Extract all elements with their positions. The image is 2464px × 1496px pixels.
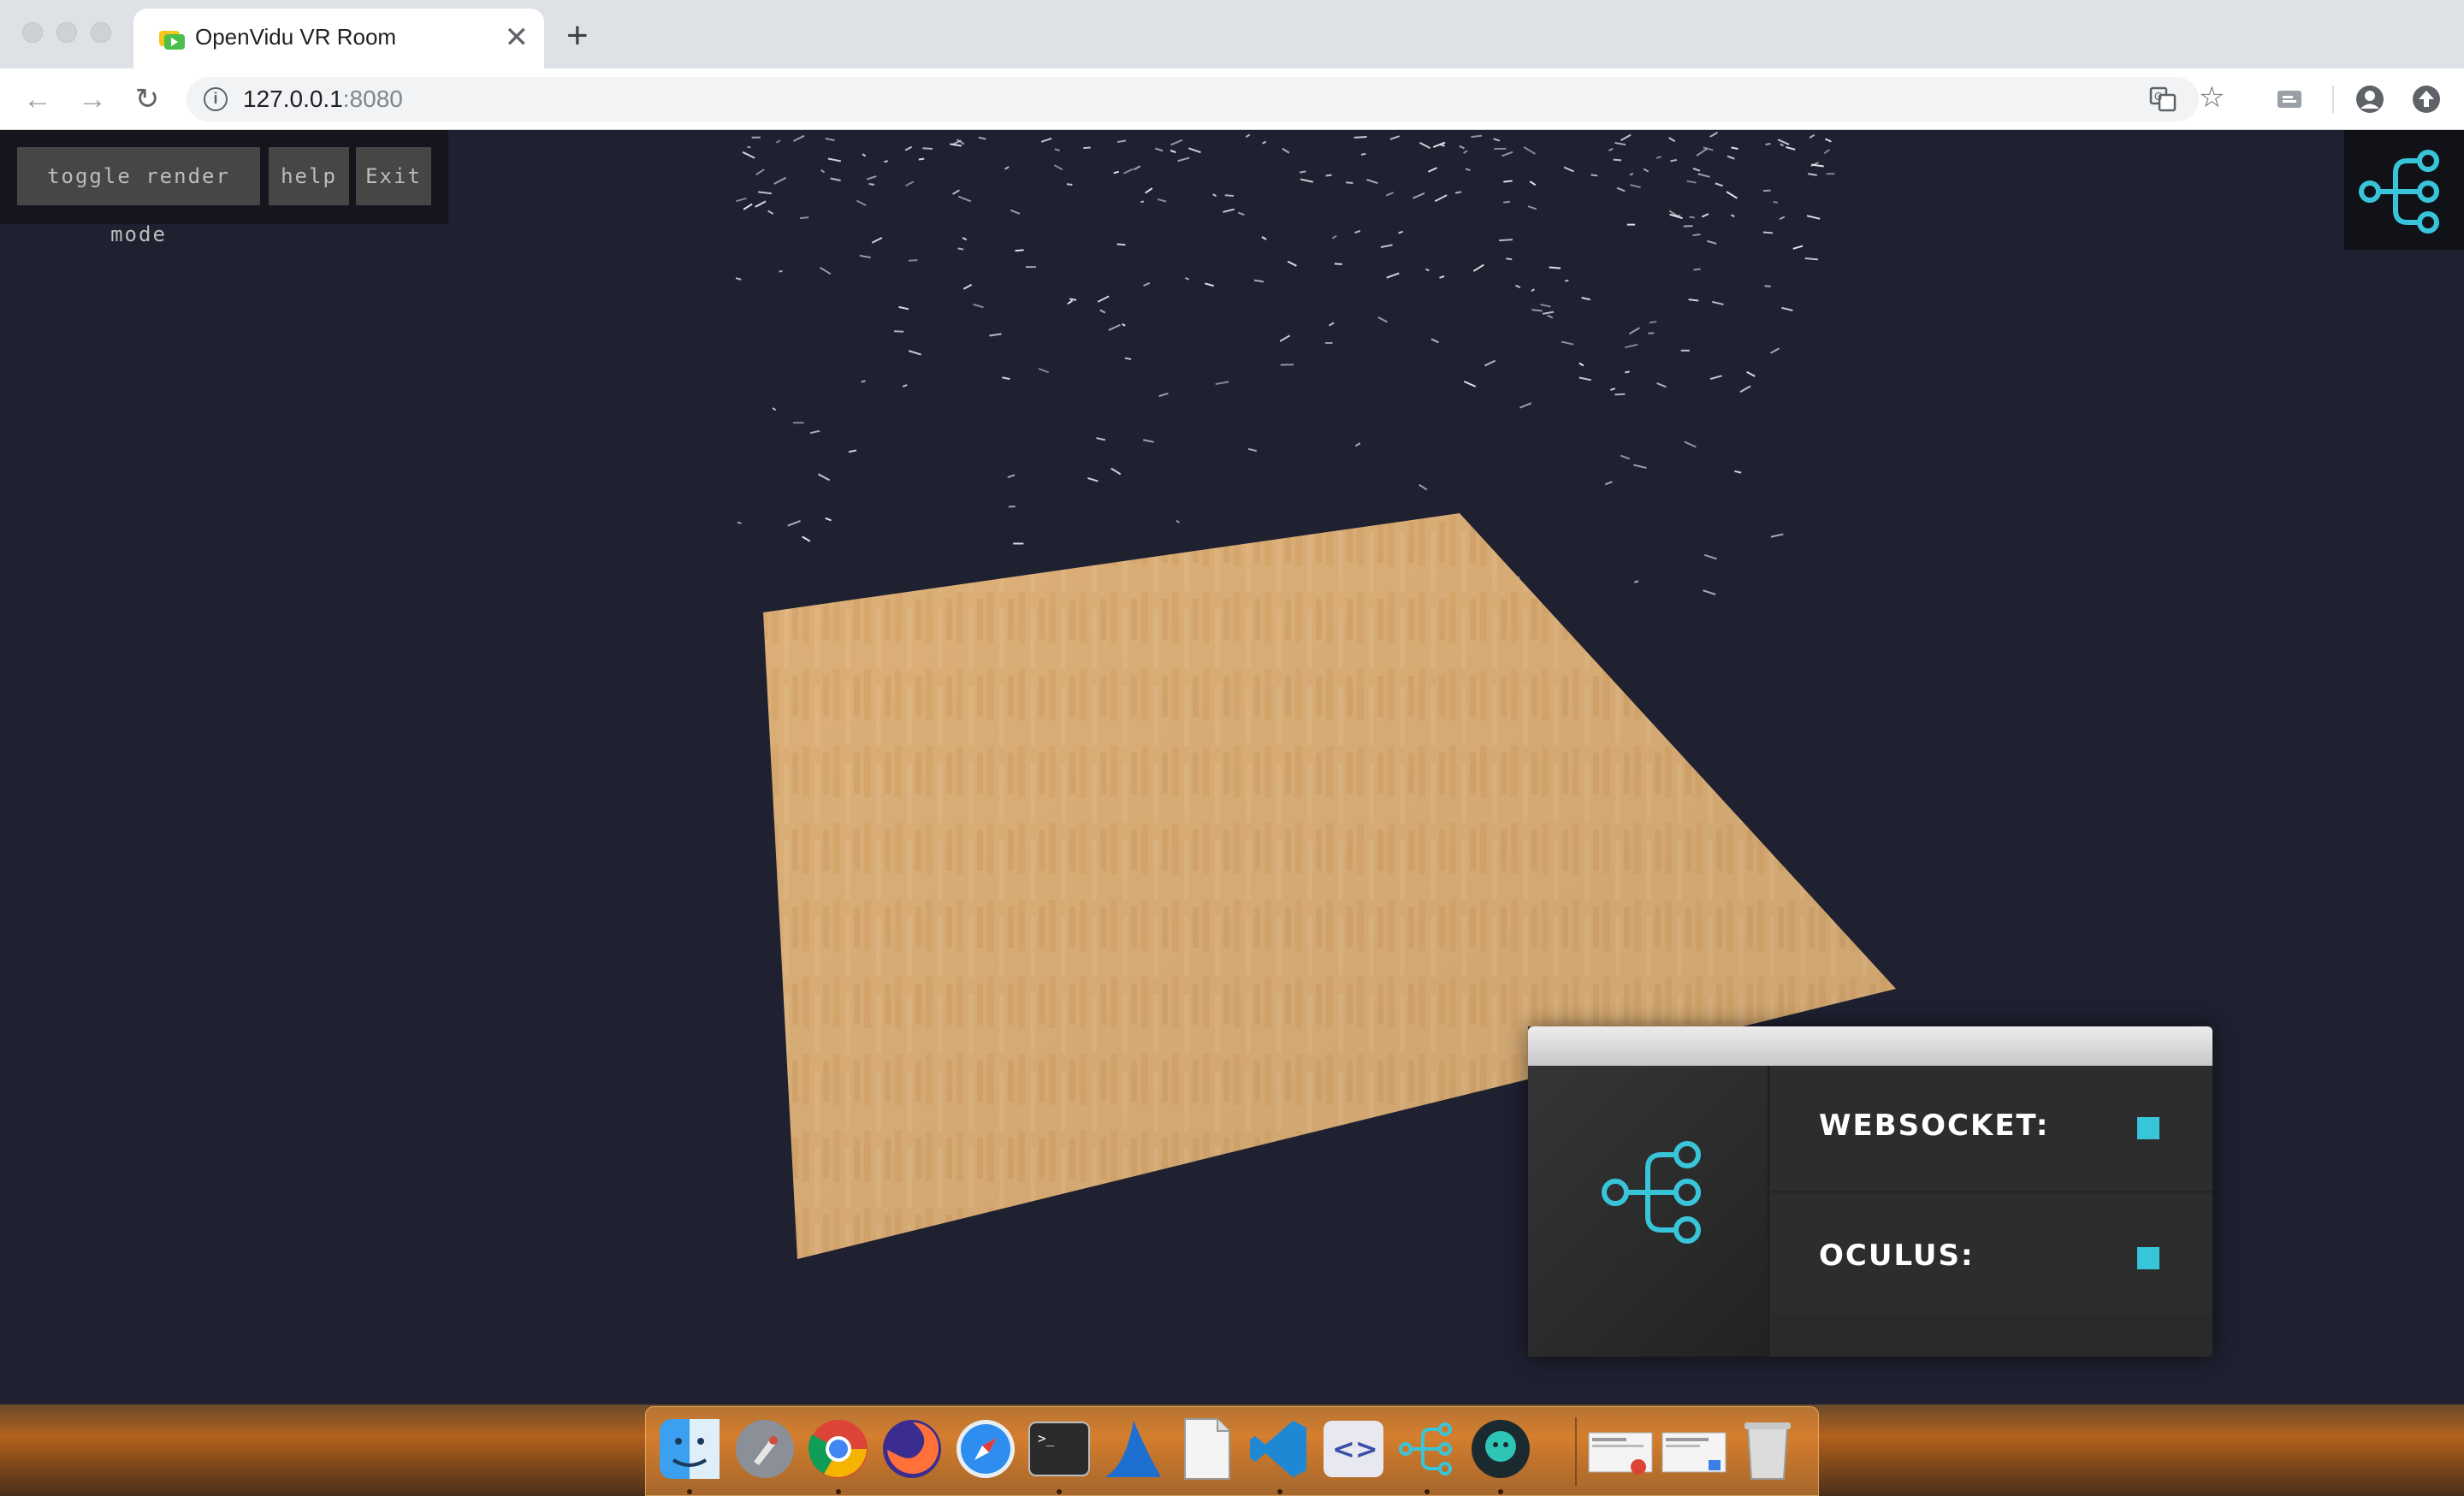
window-zoom-button[interactable] bbox=[91, 22, 111, 43]
vr-scene-canvas[interactable]: toggle render mode help Exit WEBSOCKET: … bbox=[0, 130, 2464, 1404]
status-logo-box bbox=[1528, 1066, 1769, 1357]
websocket-status-indicator bbox=[2137, 1117, 2159, 1139]
running-indicator bbox=[687, 1489, 692, 1494]
gitkraken-icon[interactable] bbox=[1467, 1416, 1534, 1482]
new-tab-button[interactable]: + bbox=[566, 17, 589, 55]
oculus-label: OCULUS: bbox=[1819, 1239, 1975, 1273]
code-editor-icon[interactable]: <> bbox=[1320, 1416, 1387, 1482]
openvidu-logo-corner bbox=[2344, 130, 2464, 250]
document-icon[interactable] bbox=[1173, 1416, 1240, 1482]
running-indicator bbox=[1057, 1489, 1062, 1494]
svg-text:>_: >_ bbox=[1038, 1430, 1055, 1446]
toolbar-divider bbox=[2332, 86, 2334, 113]
tab-title: OpenVidu VR Room bbox=[195, 24, 397, 50]
toggle-render-mode-button[interactable]: toggle render mode bbox=[17, 147, 260, 246]
firefox-icon[interactable] bbox=[879, 1416, 945, 1482]
reload-icon[interactable]: ↻ bbox=[128, 80, 166, 118]
running-indicator bbox=[836, 1489, 841, 1494]
bookmark-star-icon[interactable]: ☆ bbox=[2199, 83, 2224, 112]
forward-arrow-icon[interactable]: → bbox=[74, 80, 111, 118]
running-indicator bbox=[1498, 1489, 1503, 1494]
translate-icon[interactable]: G bbox=[2149, 86, 2177, 113]
url-text[interactable]: 127.0.0.1:8080 bbox=[243, 86, 403, 113]
url-port: :8080 bbox=[342, 86, 403, 112]
exit-button[interactable]: Exit bbox=[356, 147, 431, 205]
finder-icon[interactable] bbox=[656, 1416, 723, 1482]
oculus-status-row: OCULUS: bbox=[1771, 1194, 2212, 1314]
safari-icon[interactable] bbox=[952, 1416, 1019, 1482]
browser-tab[interactable]: OpenVidu VR Room ✕ bbox=[133, 9, 544, 68]
openvidu-icon[interactable] bbox=[1394, 1416, 1460, 1482]
window-minimize-button[interactable] bbox=[56, 22, 77, 43]
running-indicator bbox=[1277, 1489, 1282, 1494]
browser-toolbar: ← → ↻ i 127.0.0.1:8080 G ☆ bbox=[0, 68, 2464, 130]
macos-dock: >_ <> bbox=[645, 1406, 1819, 1496]
dock-divider bbox=[1575, 1417, 1577, 1486]
cast-icon[interactable] bbox=[2274, 84, 2305, 115]
account-icon[interactable] bbox=[2354, 84, 2385, 115]
chrome-icon[interactable] bbox=[805, 1416, 872, 1482]
address-bar[interactable]: i 127.0.0.1:8080 G ☆ bbox=[187, 77, 2224, 121]
url-host: 127.0.0.1 bbox=[243, 86, 343, 112]
wireshark-icon[interactable] bbox=[1099, 1416, 1166, 1482]
svg-text:<>: <> bbox=[1332, 1433, 1378, 1465]
status-panel-header bbox=[1528, 1026, 2212, 1066]
tab-close-icon[interactable]: ✕ bbox=[505, 21, 530, 55]
svg-text:G: G bbox=[2154, 91, 2162, 103]
openvidu-logo-icon bbox=[2359, 150, 2439, 234]
help-button[interactable]: help bbox=[269, 147, 349, 205]
running-indicator bbox=[1424, 1489, 1430, 1494]
websocket-status-row: WEBSOCKET: bbox=[1771, 1066, 2212, 1192]
window-close-button[interactable] bbox=[22, 22, 43, 43]
site-info-icon[interactable]: i bbox=[204, 87, 228, 111]
trash-icon[interactable] bbox=[1734, 1416, 1801, 1482]
window-preview-icon[interactable] bbox=[1587, 1416, 1654, 1482]
terminal-icon[interactable]: >_ bbox=[1026, 1416, 1093, 1482]
connection-status-panel: WEBSOCKET: OCULUS: bbox=[1528, 1026, 2212, 1357]
vr-controls-panel: toggle render mode help Exit bbox=[0, 130, 448, 246]
launchpad-icon[interactable] bbox=[732, 1416, 798, 1482]
browser-tab-bar: OpenVidu VR Room ✕ + bbox=[0, 0, 2464, 68]
openvidu-favicon-icon bbox=[159, 31, 185, 50]
back-arrow-icon[interactable]: ← bbox=[19, 80, 56, 118]
vscode-icon[interactable] bbox=[1247, 1416, 1313, 1482]
openvidu-logo-icon bbox=[1602, 1141, 1701, 1244]
oculus-status-indicator bbox=[2137, 1247, 2159, 1269]
window-preview-icon[interactable] bbox=[1661, 1416, 1727, 1482]
update-icon[interactable] bbox=[2411, 84, 2442, 115]
websocket-label: WEBSOCKET: bbox=[1819, 1109, 2050, 1143]
